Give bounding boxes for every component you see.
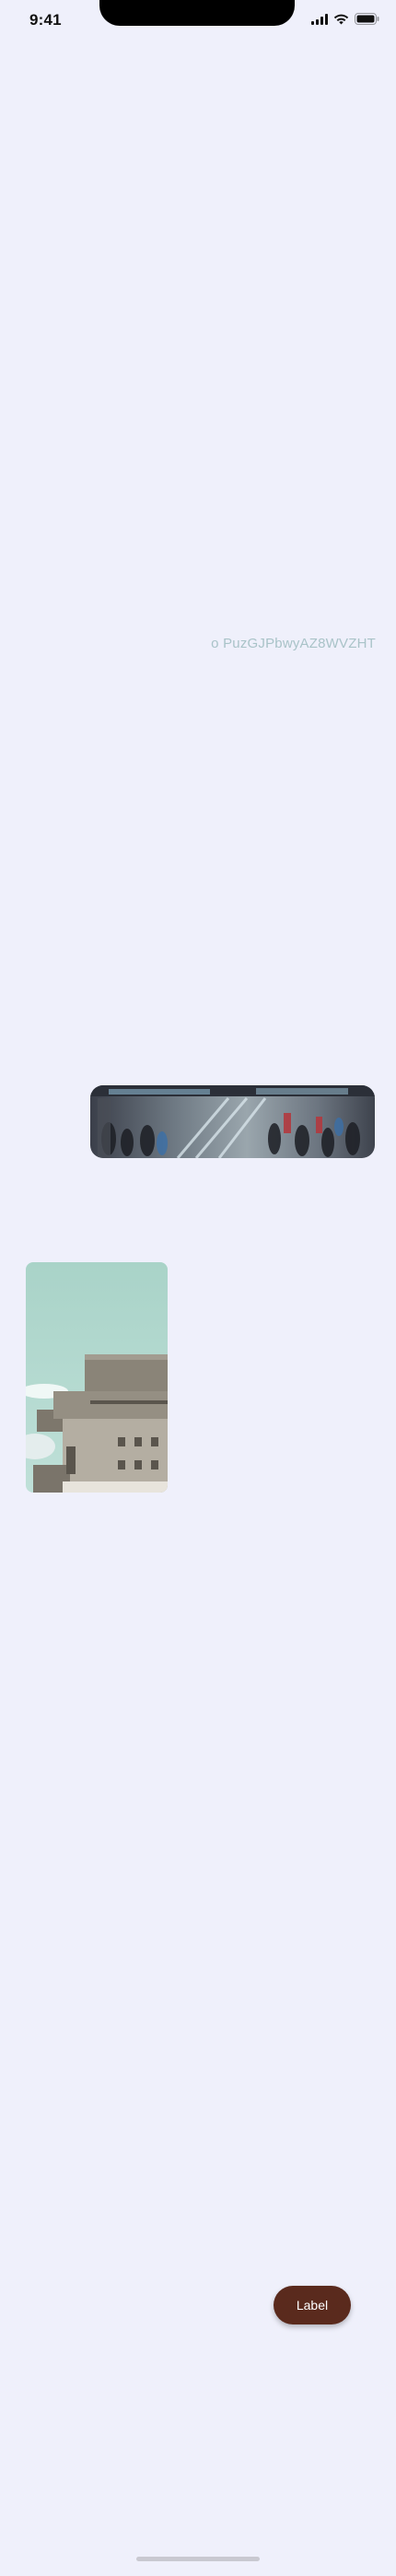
cellular-signal-icon xyxy=(311,13,328,29)
status-time: 9:41 xyxy=(29,11,62,29)
home-indicator[interactable] xyxy=(136,2557,260,2561)
battery-icon xyxy=(355,13,379,29)
label-button[interactable]: Label xyxy=(274,2286,351,2324)
crowd-escalator-photo xyxy=(90,1085,375,1158)
status-icons xyxy=(311,13,379,29)
status-bar: 9:41 xyxy=(0,0,396,44)
wifi-icon xyxy=(333,13,349,29)
faint-text: o PuzGJPbwyAZ8WVZHT xyxy=(211,636,376,651)
notch xyxy=(99,0,295,26)
concrete-building-photo xyxy=(26,1262,168,1493)
